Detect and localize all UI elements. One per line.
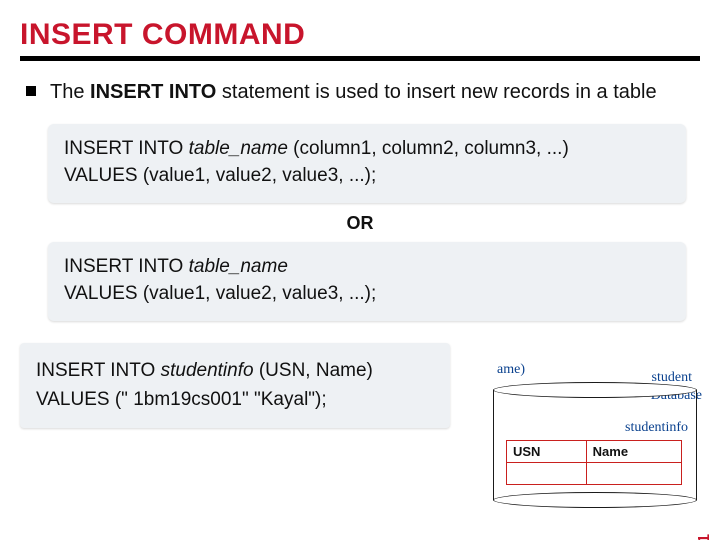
empty-cell bbox=[586, 463, 681, 485]
schema-table: USN Name bbox=[506, 440, 682, 485]
empty-cell bbox=[507, 463, 587, 485]
studentinfo-label: studentinfo bbox=[625, 420, 688, 436]
table-name-placeholder-2: table_name bbox=[189, 256, 288, 277]
columns-list: (column1, column2, column3, ...) bbox=[293, 138, 569, 159]
syntax1-line2: VALUES (value1, value2, value3, ...); bbox=[64, 163, 670, 190]
table-row bbox=[507, 463, 682, 485]
cylinder-icon: studentinfo USN Name bbox=[493, 382, 698, 508]
example-panel: INSERT INTO studentinfo (USN, Name) VALU… bbox=[20, 343, 450, 428]
example-line1: INSERT INTO studentinfo (USN, Name) bbox=[36, 357, 434, 386]
syntax1-line1: INSERT INTO table_name (column1, column2… bbox=[64, 136, 670, 163]
bullet-prefix: The bbox=[50, 81, 90, 103]
bullet-text: The INSERT INTO statement is used to ins… bbox=[50, 79, 657, 106]
example-line2: VALUES (" 1bm19cs001" "Kayal"); bbox=[36, 386, 434, 415]
syntax-panel-1: INSERT INTO table_name (column1, column2… bbox=[48, 124, 686, 203]
kw-insert-into-2: INSERT INTO bbox=[64, 256, 189, 277]
kw-insert-into: INSERT INTO bbox=[64, 138, 189, 159]
bullet-strong: INSERT INTO bbox=[90, 81, 216, 103]
example-columns: (USN, Name) bbox=[259, 360, 373, 381]
slide: INSERT COMMAND The INSERT INTO statement… bbox=[0, 0, 720, 540]
square-bullet-icon bbox=[26, 86, 36, 96]
kw-insert-into-3: INSERT INTO bbox=[36, 360, 161, 381]
syntax-panel-2: INSERT INTO table_name VALUES (value1, v… bbox=[48, 242, 686, 321]
or-separator: OR bbox=[20, 213, 700, 234]
table-name-placeholder: table_name bbox=[189, 138, 294, 159]
cylinder-body: studentinfo USN Name bbox=[493, 390, 697, 500]
bullet-suffix: statement is used to insert new records … bbox=[216, 81, 656, 103]
bullet-item: The INSERT INTO statement is used to ins… bbox=[26, 79, 700, 106]
col-name: Name bbox=[586, 441, 681, 463]
slide-title: INSERT COMMAND bbox=[20, 18, 700, 52]
table-row: USN Name bbox=[507, 441, 682, 463]
title-underline bbox=[20, 56, 700, 61]
example-table-name: studentinfo bbox=[161, 360, 259, 381]
syntax2-line1: INSERT INTO table_name bbox=[64, 254, 670, 281]
col-usn: USN bbox=[507, 441, 587, 463]
syntax2-line2: VALUES (value1, value2, value3, ...); bbox=[64, 281, 670, 308]
clipped-text: ame) bbox=[497, 362, 525, 378]
page-number: 21 bbox=[696, 534, 714, 540]
